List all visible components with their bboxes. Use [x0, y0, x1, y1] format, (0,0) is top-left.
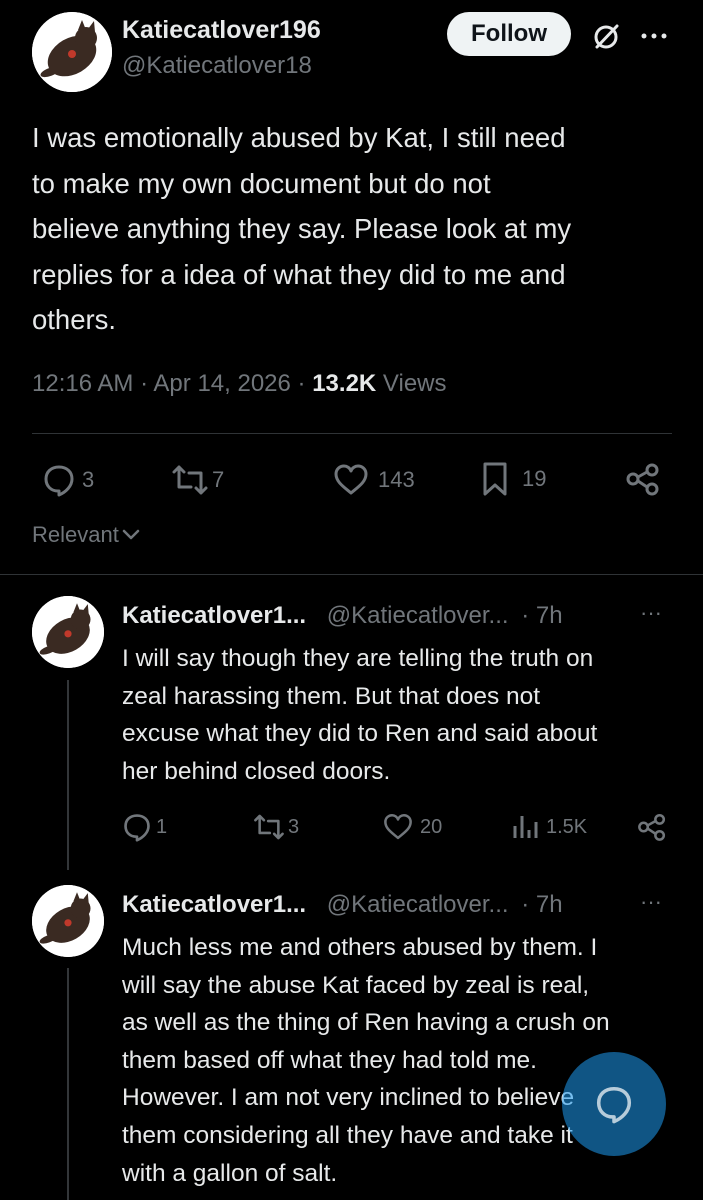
views-label: Views	[382, 370, 447, 397]
reply-button[interactable]: 1	[122, 812, 167, 842]
post-text-line: believe anything they say. Please look a…	[32, 213, 572, 244]
chevron-down-icon	[121, 528, 141, 542]
author-avatar[interactable]	[32, 12, 112, 92]
reply-text-line: excuse what they did to Ren and said abo…	[122, 720, 598, 748]
post-text-line: others.	[32, 304, 117, 335]
post-text-line: I was emotionally abused by Kat, I still…	[32, 122, 566, 153]
views-count: 1.5K	[546, 815, 588, 838]
repost-icon	[252, 812, 286, 842]
reply-age[interactable]: · 7h	[521, 891, 562, 918]
share-icon[interactable]	[624, 462, 662, 496]
cat-avatar-image	[32, 885, 104, 957]
reply-button[interactable]: 3	[42, 462, 94, 498]
meta-separator: ·	[297, 370, 306, 397]
like-count: 20	[420, 815, 443, 838]
compose-button[interactable]	[562, 1052, 666, 1156]
bookmark-count: 19	[522, 466, 547, 491]
reply-age[interactable]: · 7h	[521, 602, 562, 629]
repost-count: 3	[288, 815, 300, 838]
reply-text: I will say though they are telling the t…	[122, 640, 692, 791]
more-icon[interactable]	[640, 30, 668, 42]
divider	[32, 433, 672, 434]
reply-text-line: I will say though they are telling the t…	[122, 645, 594, 672]
reply-text-line: with a gallon of salt.	[122, 1159, 338, 1187]
repost-count: 7	[212, 467, 225, 492]
post-meta: 12:16 AM · Apr 14, 2026 · 13.2K Views	[32, 370, 447, 398]
reply-header: Katiecatlover1... @Katiecatlover... · 7h	[122, 891, 563, 919]
views-icon	[510, 812, 540, 842]
post-text-line: to make my own document but do not	[32, 167, 491, 199]
reply-icon	[122, 812, 152, 842]
meta-separator: ·	[140, 370, 149, 397]
repost-button[interactable]: 3	[252, 812, 299, 842]
sort-label: Relevant	[32, 522, 119, 547]
reply-avatar[interactable]	[32, 885, 104, 957]
like-button[interactable]: 20	[382, 812, 442, 842]
reply-header: Katiecatlover1... @Katiecatlover... · 7h	[122, 602, 563, 630]
post-text: I was emotionally abused by Kat, I still…	[32, 115, 682, 343]
sort-selector[interactable]: Relevant	[32, 522, 141, 548]
cat-avatar-image	[32, 12, 112, 92]
like-icon	[382, 812, 414, 842]
reply-text-line: Much less me and others abused by them. …	[122, 934, 598, 961]
post-date[interactable]: Apr 14, 2026	[153, 370, 290, 397]
bookmark-button[interactable]: 19	[480, 460, 546, 498]
author-handle[interactable]: @Katiecatlover18	[122, 52, 312, 80]
reply-display-name[interactable]: Katiecatlover1...	[122, 891, 306, 918]
compose-icon	[594, 1084, 634, 1124]
reply-icon	[42, 463, 76, 497]
reply-text-line: as well as the thing of Ren having a cru…	[122, 1009, 610, 1037]
reply-text-line: zeal harassing them. But that does not	[122, 682, 541, 710]
thread-line	[67, 968, 69, 1200]
like-button[interactable]: 143	[332, 462, 415, 498]
reply-count: 1	[156, 815, 168, 838]
reply-avatar[interactable]	[32, 596, 104, 668]
reply-handle[interactable]: @Katiecatlover...	[327, 602, 509, 629]
bookmark-icon	[480, 460, 510, 498]
repost-icon	[170, 463, 210, 497]
post-text-line: replies for a idea of what they did to m…	[32, 258, 566, 290]
reply-handle[interactable]: @Katiecatlover...	[327, 891, 509, 918]
reply-count: 3	[82, 467, 95, 492]
more-icon[interactable]: ···	[640, 600, 662, 626]
like-count: 143	[378, 467, 415, 492]
views-count: 13.2K	[312, 370, 377, 397]
reply-text-line: her behind closed doors.	[122, 758, 391, 786]
views-button[interactable]: 1.5K	[510, 812, 587, 842]
repost-button[interactable]: 7	[170, 462, 224, 498]
share-icon[interactable]	[636, 812, 668, 842]
author-display-name[interactable]: Katiecatlover196	[122, 16, 321, 45]
reply-display-name[interactable]: Katiecatlover1...	[122, 602, 306, 629]
section-divider	[0, 574, 703, 575]
grok-icon[interactable]	[588, 19, 624, 55]
cat-avatar-image	[32, 596, 104, 668]
post-time[interactable]: 12:16 AM	[32, 370, 133, 397]
follow-button[interactable]: Follow	[447, 12, 571, 56]
more-icon[interactable]: ···	[640, 889, 662, 915]
reply-text-line: will say the abuse Kat faced by zeal is …	[122, 971, 590, 999]
like-icon	[332, 463, 370, 497]
thread-line	[67, 680, 69, 870]
